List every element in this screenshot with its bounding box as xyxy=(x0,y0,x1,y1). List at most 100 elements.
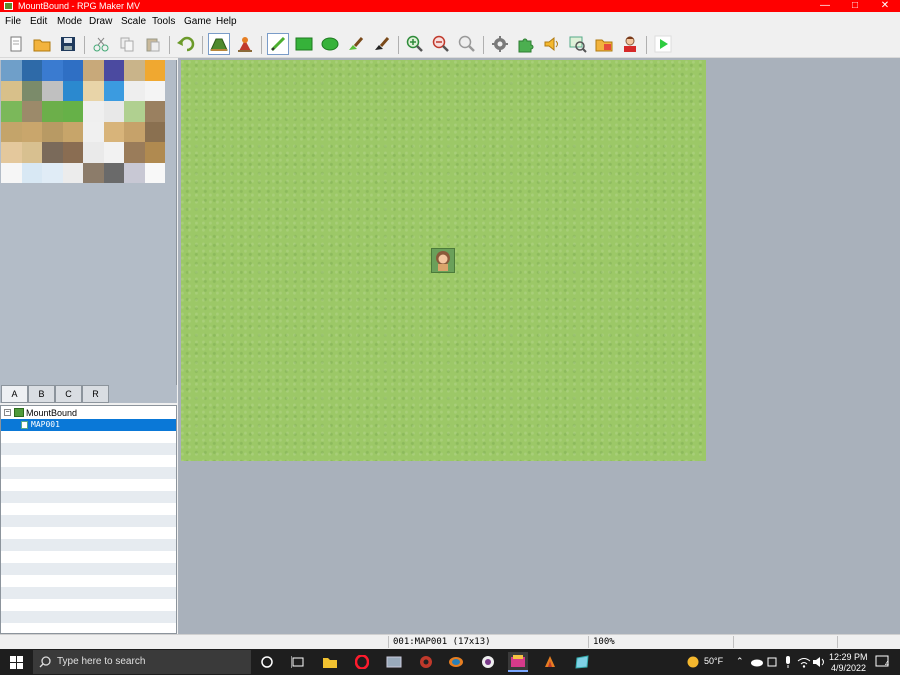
volume-icon[interactable] xyxy=(809,652,829,672)
file-explorer-icon[interactable] xyxy=(320,652,340,672)
tileset-tile[interactable] xyxy=(144,162,165,183)
tileset-tile[interactable] xyxy=(124,142,145,163)
menu-file[interactable]: File xyxy=(5,16,21,27)
new-project-icon[interactable] xyxy=(5,33,27,55)
save-project-icon[interactable] xyxy=(57,33,79,55)
menu-tools[interactable]: Tools xyxy=(152,16,175,27)
tileset-tile[interactable] xyxy=(83,142,104,163)
tileset-tile[interactable] xyxy=(124,60,145,81)
tileset-tile[interactable] xyxy=(21,121,42,142)
app-icon-4[interactable] xyxy=(478,652,498,672)
tileset-tile[interactable] xyxy=(1,121,22,142)
map-mode-icon[interactable] xyxy=(208,33,230,55)
minimize-button[interactable]: — xyxy=(810,0,840,12)
zoom-in-icon[interactable] xyxy=(404,33,426,55)
tree-row-map001[interactable]: MAP001 xyxy=(1,419,176,431)
maximize-button[interactable]: □ xyxy=(840,0,870,12)
tileset-tile[interactable] xyxy=(144,80,165,101)
weather-temperature[interactable]: 50°F xyxy=(704,656,723,666)
cut-icon[interactable] xyxy=(90,33,112,55)
cortana-icon[interactable] xyxy=(257,652,277,672)
paste-icon[interactable] xyxy=(142,33,164,55)
tileset-tile[interactable] xyxy=(144,101,165,122)
tileset-tile[interactable] xyxy=(62,142,83,163)
opera-icon[interactable] xyxy=(352,652,372,672)
map-canvas[interactable] xyxy=(181,60,706,461)
tab-r[interactable]: R xyxy=(82,385,109,403)
tileset-tile[interactable] xyxy=(103,60,124,81)
menu-draw[interactable]: Draw xyxy=(89,16,112,27)
tileset-tile[interactable] xyxy=(62,121,83,142)
tileset-tile[interactable] xyxy=(144,60,165,81)
tileset-tile[interactable] xyxy=(1,80,22,101)
character-generator-icon[interactable] xyxy=(619,33,641,55)
tileset-tile[interactable] xyxy=(42,60,63,81)
tileset-tile[interactable] xyxy=(1,60,22,81)
tileset-tile[interactable] xyxy=(83,121,104,142)
open-project-icon[interactable] xyxy=(31,33,53,55)
menu-game[interactable]: Game xyxy=(184,16,211,27)
copy-icon[interactable] xyxy=(116,33,138,55)
event-mode-icon[interactable] xyxy=(234,33,256,55)
playtest-icon[interactable] xyxy=(652,33,674,55)
pencil-icon[interactable] xyxy=(267,33,289,55)
map-editor-area[interactable] xyxy=(178,58,900,634)
tileset-tile[interactable] xyxy=(83,60,104,81)
app-icon-6[interactable] xyxy=(572,652,592,672)
tileset-tile[interactable] xyxy=(62,101,83,122)
app-icon-5[interactable] xyxy=(540,652,560,672)
windows-start-icon[interactable] xyxy=(6,652,26,672)
tileset-tile[interactable] xyxy=(21,80,42,101)
ellipse-icon[interactable] xyxy=(319,33,341,55)
shadow-pen-icon[interactable] xyxy=(371,33,393,55)
taskbar-search[interactable]: Type here to search xyxy=(33,650,251,674)
tileset-tile[interactable] xyxy=(1,101,22,122)
tree-row-project[interactable]: − MountBound xyxy=(1,407,176,419)
tileset-tile[interactable] xyxy=(42,101,63,122)
app-icon-1[interactable] xyxy=(384,652,404,672)
tileset-tile[interactable] xyxy=(124,162,145,183)
tileset-tile[interactable] xyxy=(42,121,63,142)
menu-edit[interactable]: Edit xyxy=(30,16,47,27)
tab-a[interactable]: A xyxy=(1,385,28,403)
notifications-icon[interactable] xyxy=(872,652,892,672)
tileset-tile[interactable] xyxy=(103,80,124,101)
tileset-tile[interactable] xyxy=(103,162,124,183)
tileset-tile[interactable] xyxy=(21,142,42,163)
tileset-tile[interactable] xyxy=(62,80,83,101)
tileset-tile[interactable] xyxy=(83,80,104,101)
tileset-tile[interactable] xyxy=(124,101,145,122)
collapse-icon[interactable]: − xyxy=(4,409,11,416)
rectangle-icon[interactable] xyxy=(293,33,315,55)
menu-scale[interactable]: Scale xyxy=(121,16,146,27)
menu-help[interactable]: Help xyxy=(216,16,237,27)
tileset-tile[interactable] xyxy=(103,101,124,122)
app-icon-3[interactable] xyxy=(446,652,466,672)
tileset-tile[interactable] xyxy=(42,142,63,163)
plugin-manager-icon[interactable] xyxy=(515,33,537,55)
database-icon[interactable] xyxy=(489,33,511,55)
tab-c[interactable]: C xyxy=(55,385,82,403)
weather-icon[interactable] xyxy=(683,652,703,672)
tileset-tile[interactable] xyxy=(1,162,22,183)
tab-b[interactable]: B xyxy=(28,385,55,403)
event-searcher-icon[interactable] xyxy=(567,33,589,55)
tileset-tile[interactable] xyxy=(103,121,124,142)
tileset-tile[interactable] xyxy=(124,121,145,142)
tileset-tile[interactable] xyxy=(42,162,63,183)
resource-manager-icon[interactable] xyxy=(593,33,615,55)
tileset-tile[interactable] xyxy=(124,80,145,101)
tileset-grid[interactable] xyxy=(1,60,165,183)
rpg-maker-taskbar-icon[interactable] xyxy=(508,652,528,672)
close-button[interactable]: ✕ xyxy=(870,0,900,12)
flood-fill-icon[interactable] xyxy=(345,33,367,55)
undo-icon[interactable] xyxy=(175,33,197,55)
tileset-tile[interactable] xyxy=(42,80,63,101)
tray-overflow-icon[interactable]: ⌃ xyxy=(736,656,744,667)
clock-date[interactable]: 4/9/2022 xyxy=(831,663,866,673)
sound-test-icon[interactable] xyxy=(541,33,563,55)
tileset-tile[interactable] xyxy=(144,142,165,163)
tileset-tile[interactable] xyxy=(21,60,42,81)
tileset-tile[interactable] xyxy=(21,101,42,122)
app-icon-2[interactable] xyxy=(416,652,436,672)
